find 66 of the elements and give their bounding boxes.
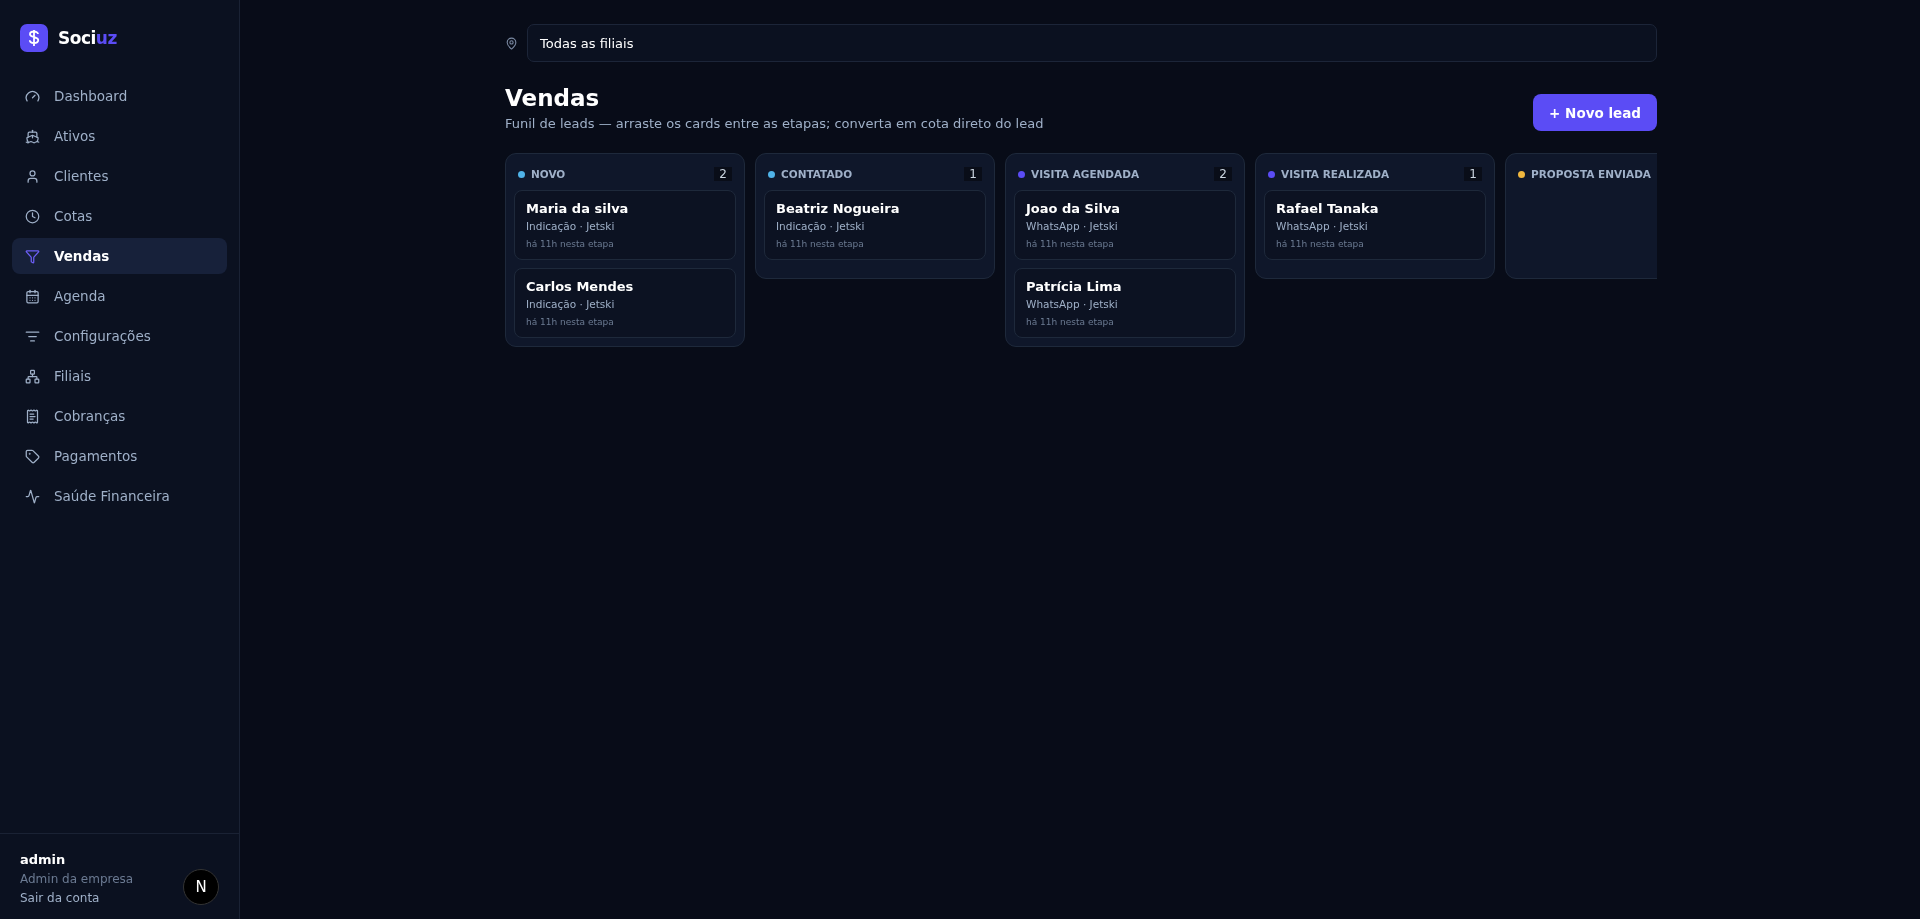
map-pin-icon: [505, 36, 518, 50]
stage-title: CONTATADO: [781, 168, 854, 180]
lead-name: Carlos Mendes: [526, 279, 635, 294]
lead-age: há 11h nesta etapa: [526, 239, 615, 249]
pulse-icon: [25, 488, 40, 504]
nav-item[interactable]: Clientes: [12, 158, 227, 194]
branch-select[interactable]: Todas as filiais: [527, 24, 1657, 62]
lead-age: há 11h nesta etapa: [526, 317, 615, 327]
clock-icon: [25, 208, 40, 224]
nav-item[interactable]: Cotas: [12, 198, 227, 234]
list-icon: [25, 328, 40, 344]
calendar-icon: [25, 288, 40, 304]
tag-icon: [25, 448, 40, 464]
page-title: Vendas: [505, 85, 601, 111]
logout-link[interactable]: Sair da conta: [20, 891, 134, 905]
stage-count: 2: [1214, 167, 1232, 181]
lead-age: há 11h nesta etapa: [1026, 239, 1115, 249]
nav-item[interactable]: Pagamentos: [12, 438, 227, 474]
lead-name: Rafael Tanaka: [1276, 201, 1380, 216]
lead-card[interactable]: Rafael Tanaka WhatsApp · Jetski há 11h nesta etapa: [1264, 190, 1486, 260]
lead-age: há 11h nesta etapa: [776, 239, 865, 249]
lead-name: Joao da Silva: [1026, 201, 1122, 216]
nav-item[interactable]: Cobranças: [12, 398, 227, 434]
nav-item[interactable]: Configurações: [12, 318, 227, 354]
stage-count: 1: [1464, 167, 1482, 181]
lead-source: Indicação · Jetski: [776, 220, 866, 232]
lead-card[interactable]: Carlos Mendes Indicação · Jetski há 11h nesta etapa: [514, 268, 736, 338]
nav-item[interactable]: Filiais: [12, 358, 227, 394]
page-subtitle: Funil de leads — arraste os cards entre as etapas; converta em cota direto do lead: [505, 116, 1044, 131]
new-lead-button[interactable]: + Novo lead: [1533, 94, 1657, 131]
lead-name: Beatriz Nogueira: [776, 201, 901, 216]
nav-item[interactable]: Vendas: [12, 238, 227, 274]
logo-icon: [20, 24, 48, 52]
stage-title: VISITA AGENDADA: [1031, 168, 1141, 180]
lead-source: WhatsApp · Jetski: [1276, 220, 1369, 232]
nav-item[interactable]: Dashboard: [12, 78, 227, 114]
lead-source: WhatsApp · Jetski: [1026, 298, 1119, 310]
stage-title: PROPOSTA ENVIADA: [1531, 168, 1652, 180]
lead-card[interactable]: Patrícia Lima WhatsApp · Jetski há 11h nesta etapa: [1014, 268, 1236, 338]
receipt-icon: [25, 408, 40, 424]
lead-name: Maria da silva: [526, 201, 630, 216]
stage-count: 1: [964, 167, 982, 181]
user-name: admin: [20, 852, 67, 867]
stage-title: NOVO: [531, 168, 567, 180]
ship-icon: [25, 128, 40, 144]
dev-badge[interactable]: N: [183, 869, 219, 905]
stage-title: VISITA REALIZADA: [1281, 168, 1391, 180]
nav-item[interactable]: Agenda: [12, 278, 227, 314]
lead-source: Indicação · Jetski: [526, 220, 616, 232]
lead-source: WhatsApp · Jetski: [1026, 220, 1119, 232]
lead-card[interactable]: Joao da Silva WhatsApp · Jetski há 11h nesta etapa: [1014, 190, 1236, 260]
lead-age: há 11h nesta etapa: [1026, 317, 1115, 327]
nav-item[interactable]: Saúde Financeira: [12, 478, 227, 514]
stage-count: 2: [714, 167, 732, 181]
nav-item[interactable]: Ativos: [12, 118, 227, 154]
brand-name: Sociuz: [58, 28, 117, 48]
user-role: Admin da empresa: [20, 872, 134, 886]
lead-card[interactable]: Beatriz Nogueira Indicação · Jetski há 11h nesta etapa: [764, 190, 986, 260]
user-icon: [25, 168, 40, 184]
lead-source: Indicação · Jetski: [526, 298, 616, 310]
lead-age: há 11h nesta etapa: [1276, 239, 1365, 249]
lead-name: Patrícia Lima: [1026, 279, 1123, 294]
funnel-icon: [25, 248, 40, 264]
gauge-icon: [25, 88, 40, 104]
network-icon: [25, 368, 40, 384]
lead-card[interactable]: Maria da silva Indicação · Jetski há 11h nesta etapa: [514, 190, 736, 260]
